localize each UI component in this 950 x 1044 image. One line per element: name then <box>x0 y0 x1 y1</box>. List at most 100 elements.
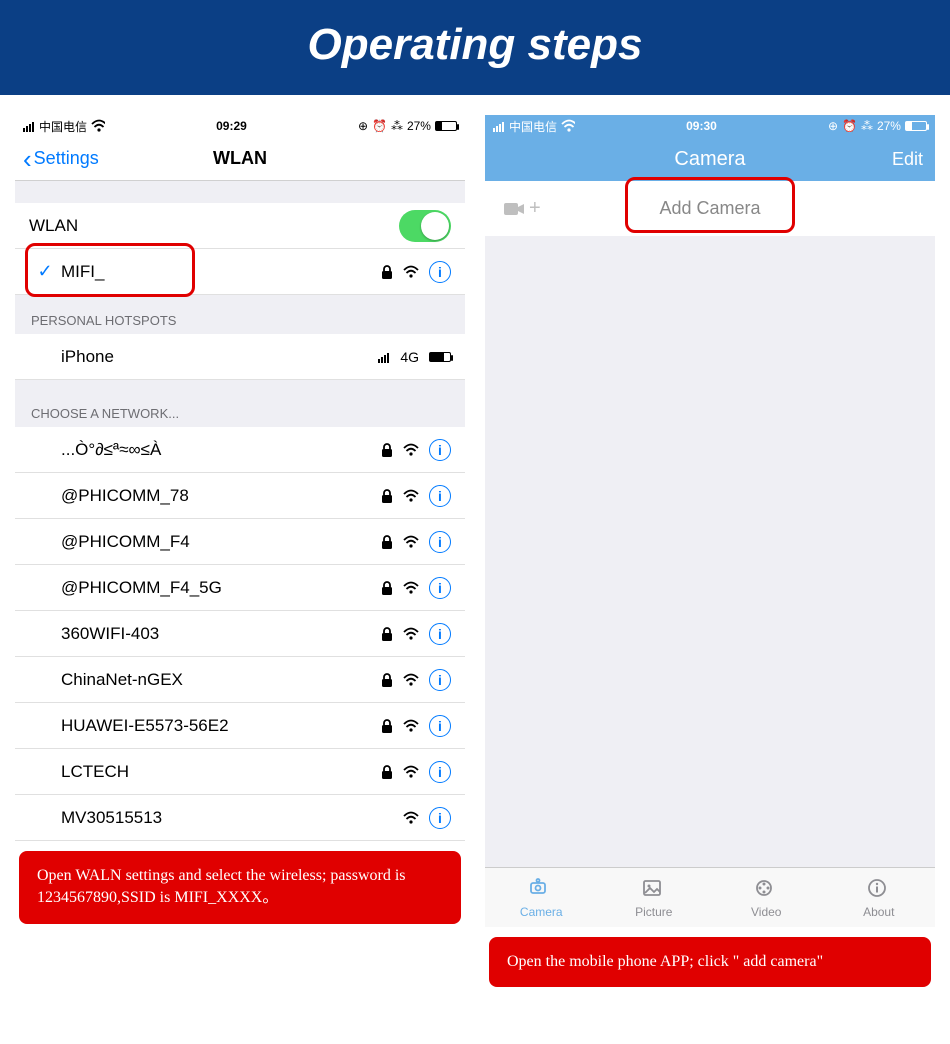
tab-camera[interactable]: Camera <box>485 868 598 927</box>
network-row[interactable]: HUAWEI-E5573-56E2 i <box>15 703 465 749</box>
network-ssid: ChinaNet-nGEX <box>61 670 379 690</box>
alarm-icon: ⏰ <box>372 119 387 133</box>
network-row[interactable]: LCTECH i <box>15 749 465 795</box>
info-button[interactable]: i <box>429 531 451 553</box>
wifi-icon <box>403 673 419 687</box>
status-bar: 中国电信 09:30 ⊕ ⏰ ⁂ 27% <box>485 115 935 137</box>
tab-video[interactable]: Video <box>710 868 823 927</box>
wlan-toggle-row: WLAN <box>15 203 465 249</box>
network-row[interactable]: @PHICOMM_F4_5G i <box>15 565 465 611</box>
nav-bar: ‹ Settings WLAN <box>15 137 465 181</box>
info-button[interactable]: i <box>429 261 451 283</box>
tab-bar: Camera Picture Video About <box>485 867 935 927</box>
phone-left: 中国电信 09:29 ⊕ ⏰ ⁂ 27% ‹ Settings WLAN WLA… <box>15 115 465 987</box>
network-ssid: @PHICOMM_78 <box>61 486 379 506</box>
checkmark-icon: ✓ <box>29 261 61 282</box>
wifi-icon <box>91 119 105 133</box>
carrier-label: 中国电信 <box>39 118 87 135</box>
back-label: Settings <box>34 148 99 169</box>
network-row[interactable]: ...Ò°∂≤ª≈∞≤À i <box>15 427 465 473</box>
wifi-icon <box>403 443 419 457</box>
alarm-icon: ⏰ <box>842 119 857 133</box>
wifi-icon <box>403 719 419 733</box>
tab-label: Video <box>751 905 781 919</box>
bluetooth-icon: ⁂ <box>391 119 403 133</box>
info-button[interactable]: i <box>429 577 451 599</box>
rotation-lock-icon: ⊕ <box>358 119 368 133</box>
caption-left: Open WALN settings and select the wirele… <box>19 851 461 924</box>
about-icon <box>867 877 891 901</box>
network-ssid: ...Ò°∂≤ª≈∞≤À <box>61 440 379 460</box>
add-camera-label: Add Camera <box>659 198 760 219</box>
add-camera-row[interactable]: + Add Camera <box>485 181 935 236</box>
battery-icon <box>905 121 927 131</box>
camera-icon <box>529 877 553 901</box>
info-button[interactable]: i <box>429 715 451 737</box>
lock-icon <box>379 764 393 780</box>
info-button[interactable]: i <box>429 485 451 507</box>
network-row[interactable]: MV30515513 i <box>15 795 465 841</box>
network-row[interactable]: 360WIFI-403i <box>15 611 465 657</box>
info-button[interactable]: i <box>429 807 451 829</box>
network-ssid: MV30515513 <box>61 808 403 828</box>
tab-about[interactable]: About <box>823 868 936 927</box>
network-ssid: @PHICOMM_F4 <box>61 532 379 552</box>
nav-bar: Camera Edit <box>485 137 935 181</box>
hotspot-signal: 4G <box>400 349 419 365</box>
video-icon <box>754 877 778 901</box>
lock-icon <box>379 626 393 642</box>
signal-bars-icon <box>23 120 35 132</box>
network-row[interactable]: @PHICOMM_78 i <box>15 473 465 519</box>
tab-label: Picture <box>635 905 672 919</box>
caption-right: Open the mobile phone APP; click " add c… <box>489 937 931 987</box>
wifi-icon <box>561 119 575 133</box>
nav-title: WLAN <box>213 148 267 169</box>
lock-icon <box>379 534 393 550</box>
info-button[interactable]: i <box>429 761 451 783</box>
wifi-icon <box>403 535 419 549</box>
nav-title: Camera <box>674 148 745 171</box>
connected-network-row[interactable]: ✓ MIFI_ i <box>15 249 465 295</box>
wifi-icon <box>403 581 419 595</box>
tab-label: Camera <box>520 905 563 919</box>
picture-icon <box>642 877 666 901</box>
tab-label: About <box>863 905 894 919</box>
wlan-toggle[interactable] <box>399 210 451 242</box>
clock: 09:30 <box>686 119 717 133</box>
bluetooth-icon: ⁂ <box>861 119 873 133</box>
edit-button[interactable]: Edit <box>892 149 923 170</box>
lock-icon <box>379 488 393 504</box>
carrier-label: 中国电信 <box>509 118 557 135</box>
info-button[interactable]: i <box>429 623 451 645</box>
connected-ssid: MIFI_ <box>61 262 379 282</box>
network-ssid: LCTECH <box>61 762 379 782</box>
lock-icon <box>379 672 393 688</box>
signal-bars-icon <box>378 351 390 363</box>
camera-body: + Add Camera Camera Picture Video <box>485 181 935 927</box>
info-button[interactable]: i <box>429 669 451 691</box>
chevron-left-icon: ‹ <box>23 146 32 172</box>
lock-icon <box>379 264 393 280</box>
battery-icon <box>435 121 457 131</box>
lock-icon <box>379 718 393 734</box>
network-row[interactable]: ChinaNet-nGEX i <box>15 657 465 703</box>
hotspot-row[interactable]: iPhone 4G <box>15 334 465 380</box>
camcorder-plus-icon: + <box>503 197 541 220</box>
tab-picture[interactable]: Picture <box>598 868 711 927</box>
rotation-lock-icon: ⊕ <box>828 119 838 133</box>
section-hotspots: PERSONAL HOTSPOTS <box>15 295 465 334</box>
wifi-icon <box>403 765 419 779</box>
wifi-icon <box>403 811 419 825</box>
info-button[interactable]: i <box>429 439 451 461</box>
back-button[interactable]: ‹ Settings <box>23 146 99 172</box>
signal-bars-icon <box>493 120 505 132</box>
network-ssid: HUAWEI-E5573-56E2 <box>61 716 379 736</box>
phone-right: 中国电信 09:30 ⊕ ⏰ ⁂ 27% Camera Edit <box>485 115 935 987</box>
lock-icon <box>379 580 393 596</box>
battery-icon <box>429 352 451 362</box>
wifi-icon <box>403 265 419 279</box>
network-row[interactable]: @PHICOMM_F4 i <box>15 519 465 565</box>
section-choose: CHOOSE A NETWORK... <box>15 380 465 427</box>
network-ssid: @PHICOMM_F4_5G <box>61 578 379 598</box>
wifi-icon <box>403 489 419 503</box>
